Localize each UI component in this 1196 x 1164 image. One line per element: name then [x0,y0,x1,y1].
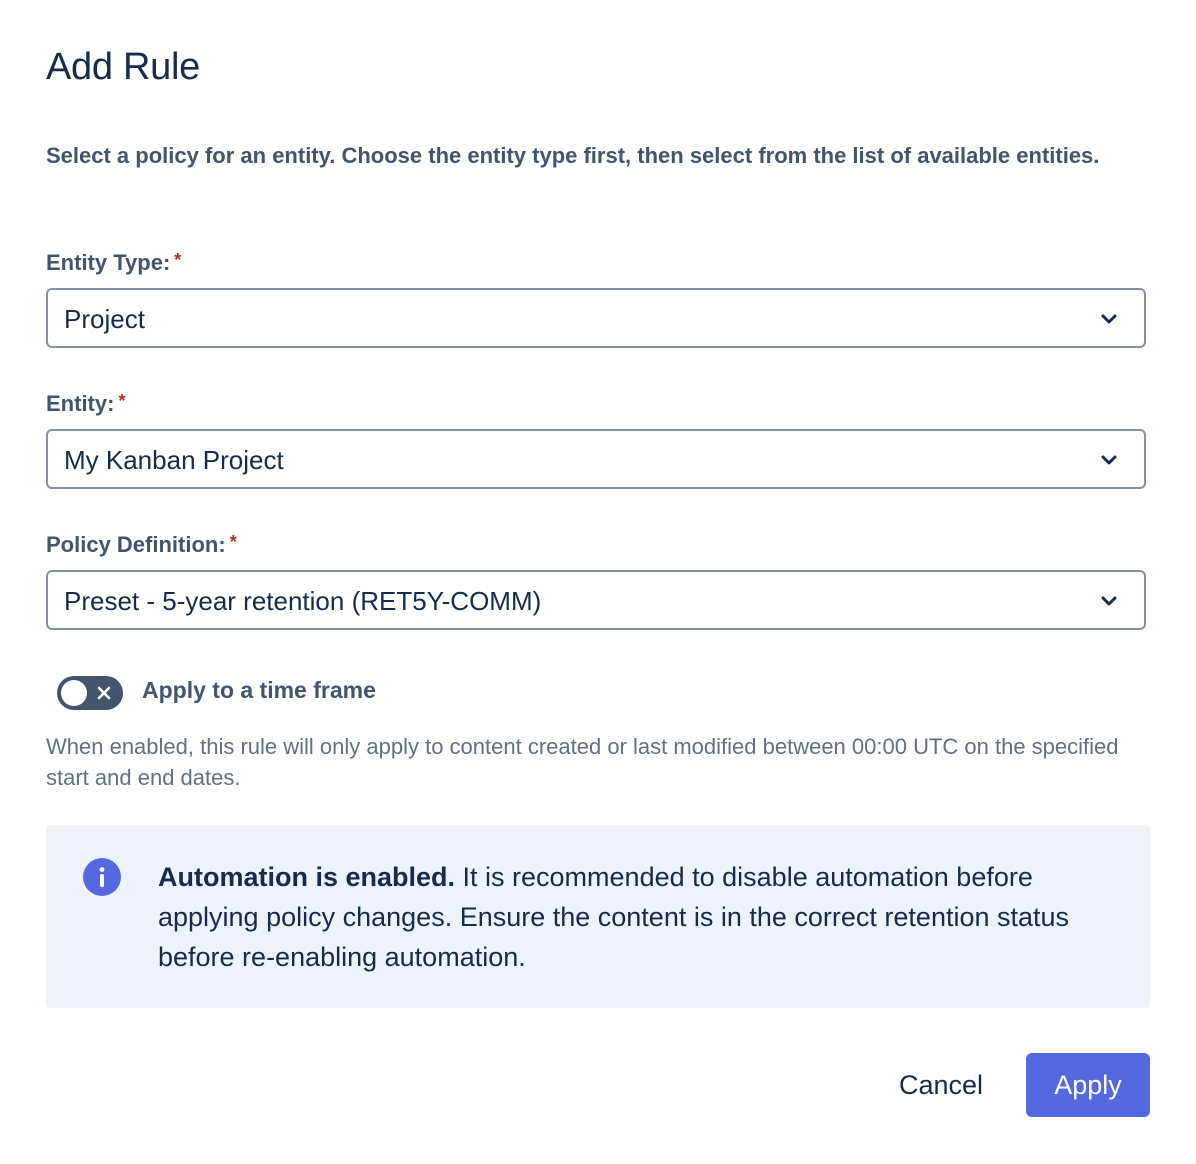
toggle-knob [61,680,87,706]
entity-type-select[interactable]: Project [46,288,1146,348]
chevron-down-icon [1101,455,1117,465]
chevron-down-icon [1101,596,1117,606]
time-frame-toggle-label: Apply to a time frame [142,677,376,703]
required-marker: * [174,250,182,270]
policy-definition-label: Policy Definition: * [46,532,237,558]
time-frame-helper-text: When enabled, this rule will only apply … [46,734,1119,790]
dialog-title: Add Rule [46,46,200,88]
entity-type-label: Entity Type: * [46,250,181,276]
entity-label: Entity: * [46,391,125,417]
time-frame-toggle[interactable] [57,676,123,710]
entity-value: My Kanban Project [64,445,284,475]
entity-type-label-text: Entity Type: [46,250,171,275]
required-marker: * [118,391,126,411]
chevron-down-icon [1101,314,1117,324]
required-marker: * [229,532,237,552]
entity-type-value: Project [64,304,145,334]
add-rule-dialog: Add Rule Select a policy for an entity. … [0,0,1196,1164]
apply-button[interactable]: Apply [1026,1053,1150,1117]
info-message-bold: Automation is enabled. [158,862,456,892]
policy-definition-value: Preset - 5-year retention (RET5Y-COMM) [64,586,542,616]
dialog-description: Select a policy for an entity. Choose th… [46,143,1100,168]
cancel-button[interactable]: Cancel [878,1054,1004,1116]
policy-definition-label-text: Policy Definition: [46,532,226,557]
entity-label-text: Entity: [46,391,115,416]
info-icon [83,858,121,896]
automation-info-panel: Automation is enabled. It is recommended… [46,825,1150,1008]
entity-select[interactable]: My Kanban Project [46,429,1146,489]
policy-definition-select[interactable]: Preset - 5-year retention (RET5Y-COMM) [46,570,1146,630]
close-icon [97,686,111,700]
info-message: Automation is enabled. It is recommended… [158,857,1118,977]
